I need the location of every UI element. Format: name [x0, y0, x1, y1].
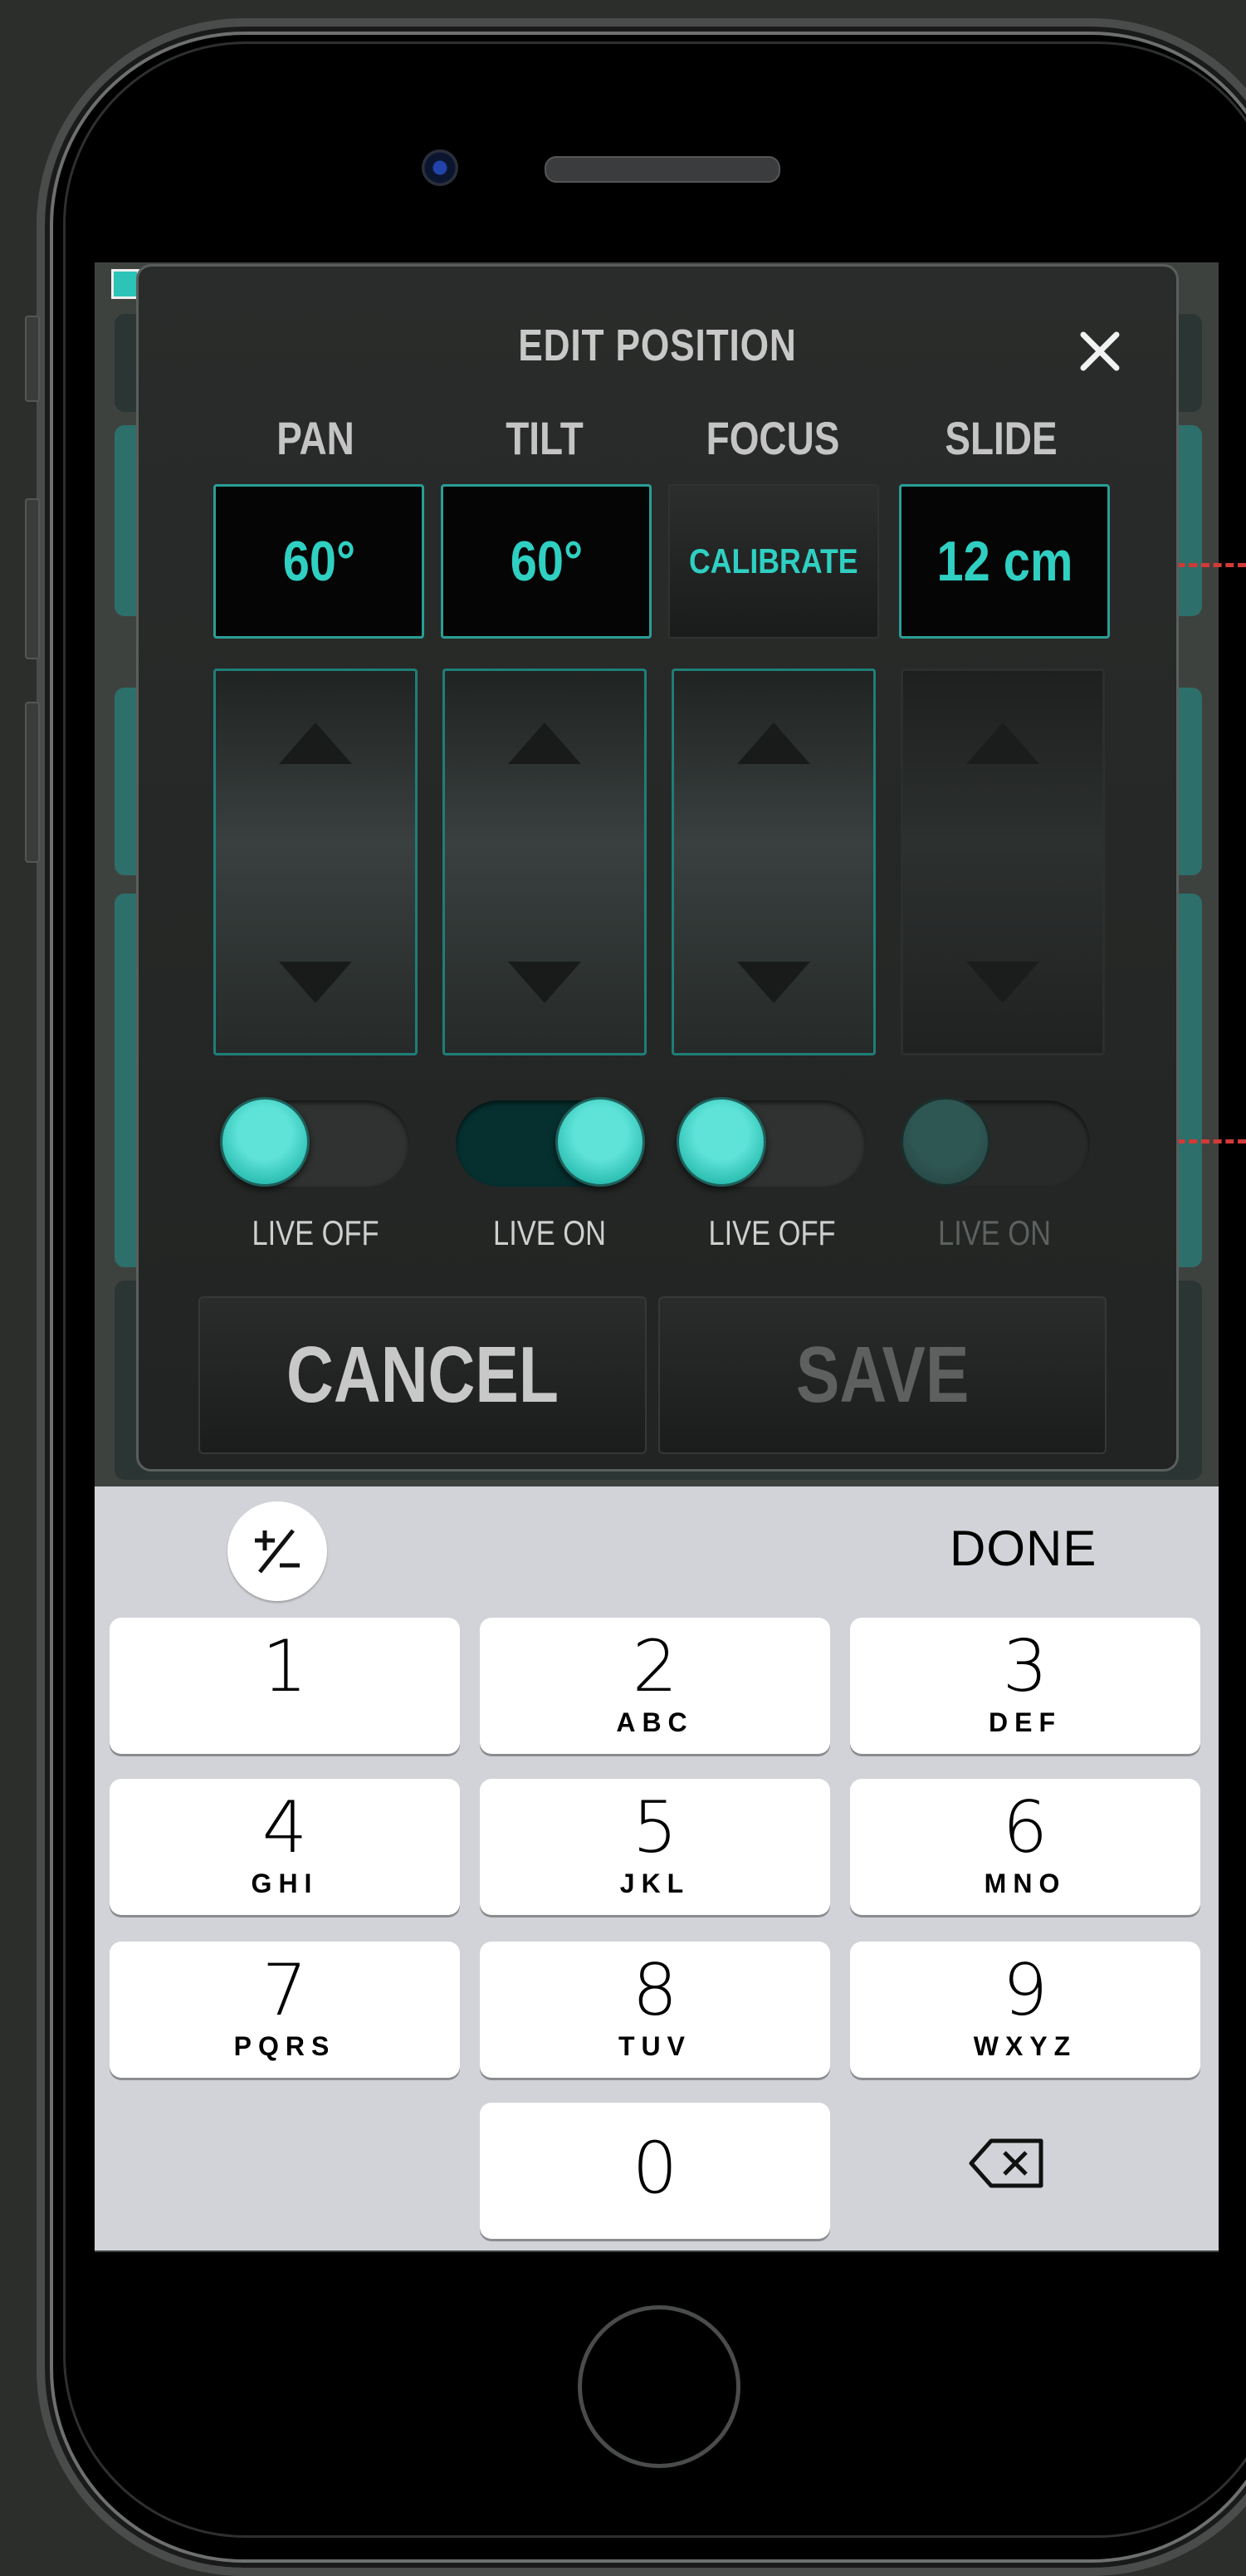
key-3[interactable]: 3 DEF	[850, 1618, 1200, 1754]
toggle-knob	[901, 1097, 990, 1187]
app-thumbnail-icon	[111, 269, 139, 299]
focus-live-toggle[interactable]	[677, 1097, 866, 1187]
key-number: 4	[261, 1786, 308, 1869]
cancel-button[interactable]: CANCEL	[198, 1296, 647, 1454]
tilt-value: 60°	[510, 530, 583, 593]
toggle-knob	[220, 1097, 310, 1187]
arrow-up-icon[interactable]	[508, 722, 581, 764]
key-number: 8	[632, 1949, 678, 2032]
toggle-knob	[555, 1097, 645, 1187]
plus-minus-button[interactable]	[227, 1501, 327, 1601]
key-number: 3	[1002, 1625, 1048, 1708]
dialog-title: EDIT POSITION	[518, 321, 797, 370]
arrow-down-icon[interactable]	[279, 962, 352, 1003]
slide-value: 12 cm	[936, 530, 1073, 593]
slide-jog-control	[901, 668, 1105, 1055]
plus-minus-icon	[255, 1529, 300, 1574]
save-label: SAVE	[795, 1330, 970, 1419]
pan-jog-control[interactable]	[213, 668, 418, 1055]
key-7[interactable]: 7 PQRS	[110, 1942, 460, 2078]
save-button[interactable]: SAVE	[658, 1296, 1107, 1454]
volume-up-button	[25, 498, 40, 659]
focus-label: FOCUS	[706, 412, 840, 464]
key-number: 1	[261, 1625, 308, 1708]
numeric-keypad: DONE 1 2 ABC 3 DEF 4 GHI 5 JKL 6 MNO 7 PQRS 8T…	[95, 1486, 1219, 2250]
focus-live-label: LIVE OFF	[708, 1213, 836, 1252]
toggle-knob	[677, 1097, 766, 1187]
key-5[interactable]: 5 JKL	[480, 1779, 830, 1915]
key-number: 6	[1002, 1786, 1048, 1869]
earpiece-speaker	[545, 156, 780, 183]
cancel-label: CANCEL	[286, 1330, 559, 1419]
arrow-up-icon[interactable]	[737, 722, 810, 764]
pan-value: 60°	[282, 530, 355, 593]
pan-live-toggle[interactable]	[220, 1097, 409, 1187]
calibrate-button[interactable]: CALIBRATE	[668, 484, 879, 639]
key-2[interactable]: 2 ABC	[480, 1618, 830, 1754]
arrow-down-icon[interactable]	[508, 962, 581, 1003]
arrow-up-icon[interactable]	[279, 722, 352, 764]
key-number: 7	[261, 1949, 308, 2032]
edit-position-dialog: EDIT POSITION PAN TILT FOCUS SLIDE 60° 6…	[136, 264, 1179, 1472]
volume-down-button	[25, 702, 40, 863]
key-letters: ABC	[616, 1707, 694, 1737]
pan-value-field[interactable]: 60°	[213, 484, 424, 639]
done-button[interactable]: DONE	[950, 1520, 1097, 1577]
key-number: 9	[1002, 1949, 1048, 2032]
key-6[interactable]: 6 MNO	[850, 1779, 1200, 1915]
pan-label: PAN	[276, 412, 354, 464]
arrow-up-icon	[966, 722, 1039, 764]
key-number: 5	[632, 1786, 678, 1869]
key-4[interactable]: 4 GHI	[110, 1779, 460, 1915]
key-number: 2	[632, 1625, 678, 1708]
key-1[interactable]: 1	[110, 1618, 460, 1754]
tilt-label: TILT	[506, 412, 584, 464]
key-letters: DEF	[989, 1707, 1062, 1737]
slide-live-toggle	[901, 1097, 1090, 1187]
key-letters: WXYZ	[973, 2031, 1077, 2061]
front-camera	[422, 149, 458, 186]
key-9[interactable]: 9 WXYZ	[850, 1942, 1200, 2078]
slide-live-label: LIVE ON	[938, 1213, 1051, 1252]
key-letters: MNO	[984, 1868, 1067, 1898]
close-icon[interactable]	[1067, 318, 1133, 384]
key-letters: JKL	[619, 1868, 691, 1898]
slide-label: SLIDE	[945, 412, 1058, 464]
arrow-down-icon	[966, 962, 1039, 1003]
pan-live-label: LIVE OFF	[252, 1213, 379, 1252]
mute-switch	[25, 316, 40, 402]
key-letters: TUV	[618, 2031, 691, 2061]
tilt-jog-control[interactable]	[442, 668, 647, 1055]
calibrate-label: CALIBRATE	[689, 541, 858, 580]
tilt-live-label: LIVE ON	[493, 1213, 606, 1252]
arrow-down-icon[interactable]	[737, 962, 810, 1003]
key-letters: GHI	[251, 1868, 319, 1898]
tilt-live-toggle[interactable]	[456, 1097, 645, 1187]
tilt-value-field[interactable]: 60°	[441, 484, 652, 639]
home-button[interactable]	[578, 2305, 740, 2468]
key-0[interactable]: 0	[480, 2103, 830, 2239]
key-letters: PQRS	[233, 2031, 336, 2061]
backspace-icon[interactable]	[966, 2134, 1049, 2192]
key-number: 0	[632, 2127, 678, 2210]
key-8[interactable]: 8 TUV	[480, 1942, 830, 2078]
focus-jog-control[interactable]	[672, 668, 876, 1055]
slide-value-field[interactable]: 12 cm	[899, 484, 1110, 639]
